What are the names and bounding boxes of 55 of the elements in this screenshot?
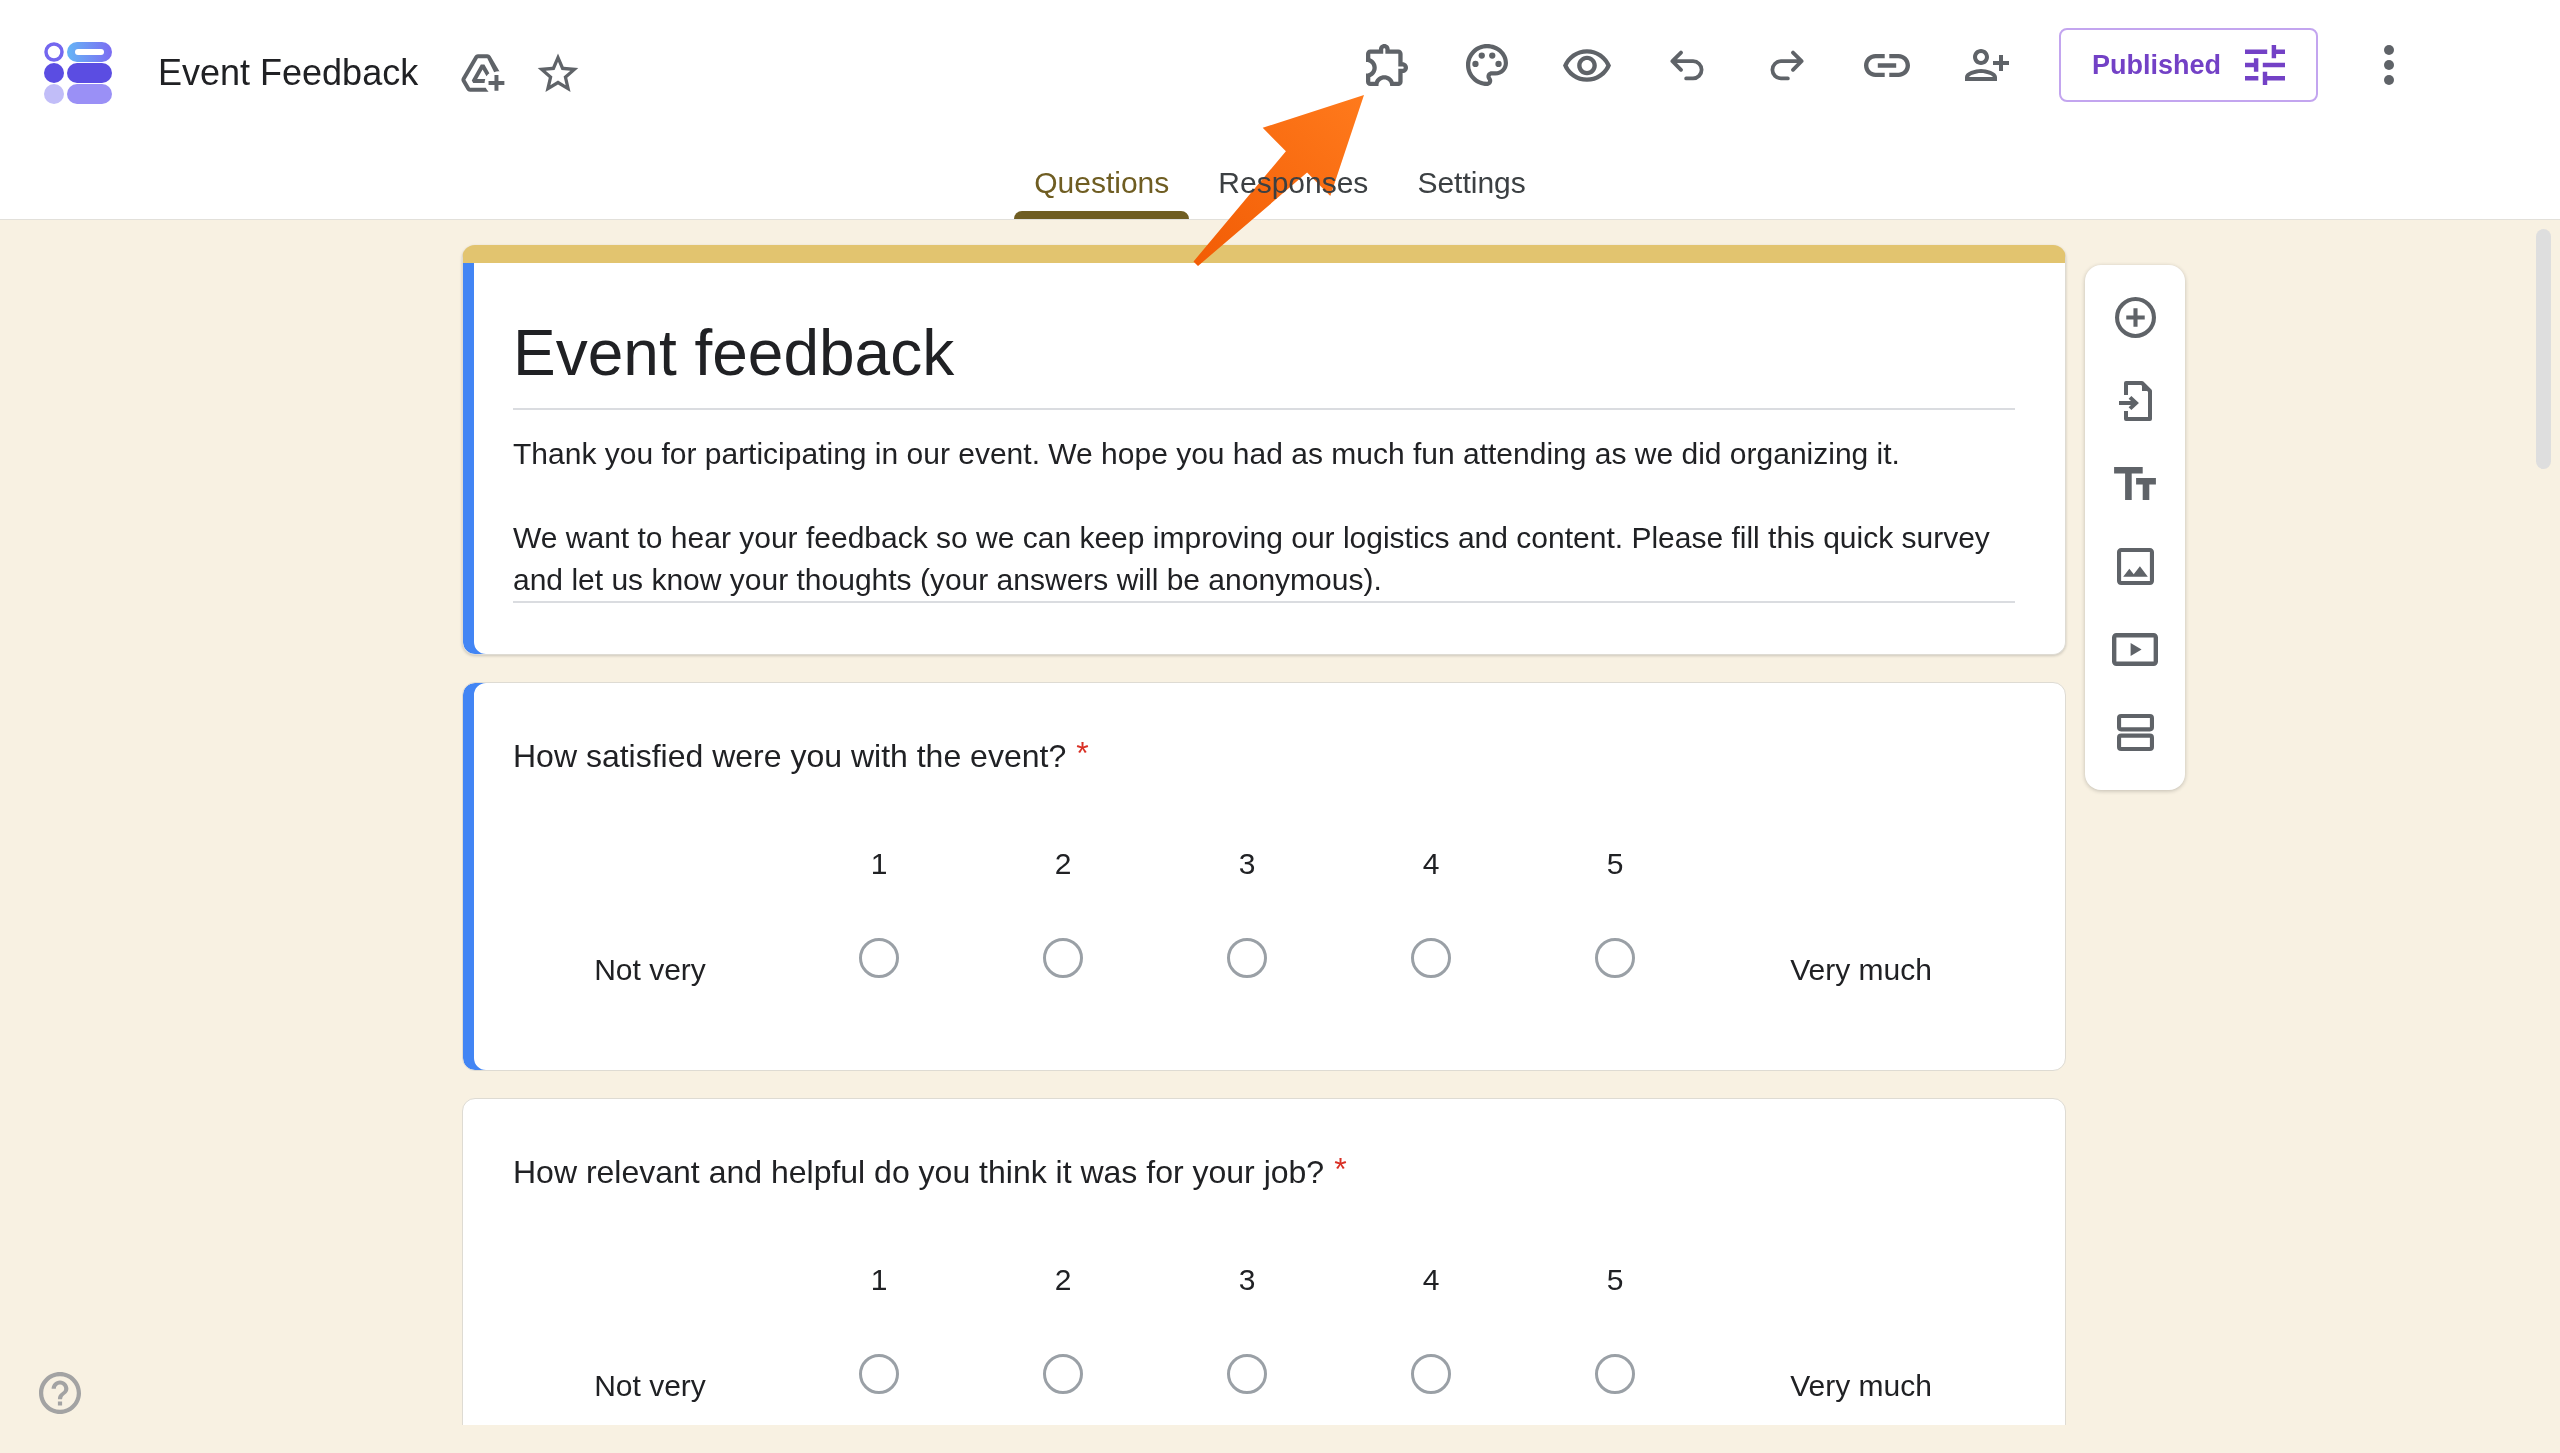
radio-button[interactable] (1227, 938, 1267, 978)
radio-button[interactable] (859, 1354, 899, 1394)
scale-high-label: Very much (1790, 1368, 1932, 1404)
scale-number: 1 (870, 1262, 888, 1298)
redo-icon[interactable] (1770, 49, 1804, 81)
scale-low-label: Not very (594, 952, 706, 988)
image-icon[interactable] (2116, 548, 2154, 585)
tab[interactable]: Questions (1014, 146, 1190, 219)
scale-number: 2 (1054, 846, 1072, 882)
scrollbar-thumb[interactable] (2536, 229, 2551, 469)
drive-plus-icon[interactable] (461, 54, 506, 92)
undo-icon[interactable] (1670, 49, 1704, 81)
radio-button[interactable] (1411, 938, 1451, 978)
scale-low-label: Not very (594, 1368, 706, 1404)
scale-number: 5 (1606, 846, 1624, 882)
sliders-icon (2245, 45, 2285, 85)
video-icon[interactable] (2112, 633, 2158, 666)
app-logo[interactable] (44, 42, 112, 104)
add-circle-icon[interactable] (2114, 297, 2156, 338)
radio-button[interactable] (1043, 938, 1083, 978)
eye-icon[interactable] (1563, 48, 1611, 82)
form-description-field[interactable]: Thank you for participating in our event. We hope you had as much fun attending as we did organizing it. We want to hear your feedback so we can keep improving our logistics and content. Please fill this quick survey and let us know your thoughts (your answers will be anonymous). (513, 433, 2015, 603)
scale-number: 1 (870, 846, 888, 882)
palette-icon[interactable] (1466, 44, 1508, 86)
link-icon[interactable] (1864, 53, 1910, 77)
scale-number: 4 (1422, 1262, 1440, 1298)
publish-button[interactable]: Published (2059, 28, 2318, 102)
radio-button[interactable] (1595, 1354, 1635, 1394)
star-icon[interactable] (537, 53, 580, 93)
radio-button[interactable] (859, 938, 899, 978)
form-title-field[interactable]: Event feedback (513, 315, 2015, 410)
required-asterisk: * (1076, 736, 1089, 770)
more-options-icon[interactable] (2384, 45, 2394, 85)
tab[interactable]: Settings (1397, 146, 1546, 219)
scale-number: 5 (1606, 1262, 1624, 1298)
text-size-icon[interactable] (2114, 467, 2156, 500)
file-import-icon[interactable] (2118, 380, 2152, 421)
radio-button[interactable] (1595, 938, 1635, 978)
scale-number: 3 (1238, 1262, 1256, 1298)
document-title[interactable]: Event Feedback (158, 51, 419, 95)
scale-number: 4 (1422, 846, 1440, 882)
question-card[interactable]: How relevant and helpful do you think it was for your job? * 1 2 3 4 5 Not very Very much (462, 1098, 2066, 1425)
section-icon[interactable] (2116, 714, 2154, 751)
radio-button[interactable] (1043, 1354, 1083, 1394)
question-text: How satisfied were you with the event? (513, 737, 1067, 776)
question-card[interactable]: How satisfied were you with the event? * 1 2 3 4 5 Not very Very much (462, 682, 2066, 1071)
radio-button[interactable] (1227, 1354, 1267, 1394)
required-asterisk: * (1334, 1152, 1347, 1186)
scale-number: 3 (1238, 846, 1256, 882)
scale-high-label: Very much (1790, 952, 1932, 988)
radio-button[interactable] (1411, 1354, 1451, 1394)
puzzle-piece-icon[interactable] (1366, 44, 1408, 86)
scale-number: 2 (1054, 1262, 1072, 1298)
question-text: How relevant and helpful do you think it was for your job? (513, 1153, 1325, 1192)
add-person-icon[interactable] (1965, 49, 2009, 81)
